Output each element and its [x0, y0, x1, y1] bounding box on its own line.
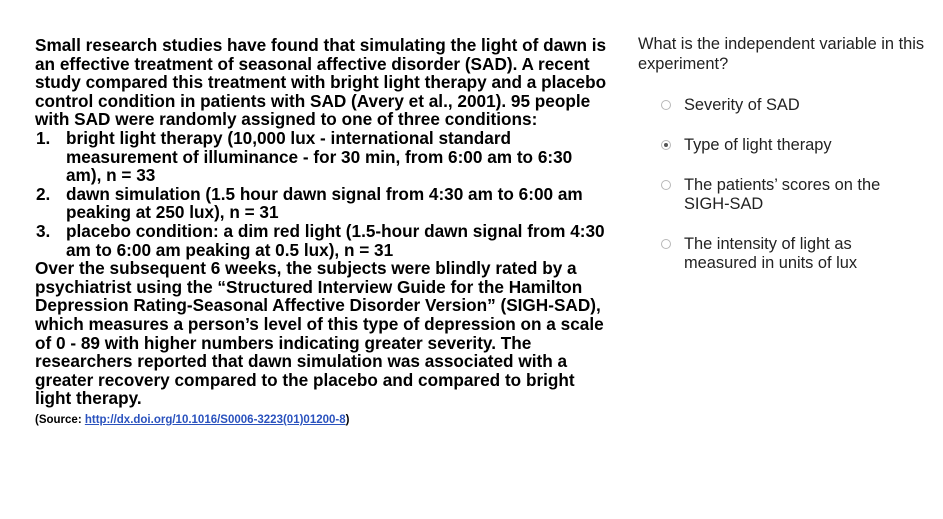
condition-item: 1. bright light therapy (10,000 lux - in…	[35, 129, 610, 185]
answer-options: Severity of SAD Type of light therapy Th…	[638, 96, 928, 273]
answer-option-label: The intensity of light as measured in un…	[684, 235, 858, 272]
answer-option-label: The patients’ scores on the SIGH-SAD	[684, 176, 881, 213]
radio-button[interactable]	[661, 180, 671, 190]
condition-number: 1.	[36, 127, 51, 148]
answer-option-light-therapy[interactable]: Type of light therapy	[638, 136, 928, 155]
conditions-list: 1. bright light therapy (10,000 lux - in…	[35, 129, 610, 259]
radio-button[interactable]	[661, 239, 671, 249]
source-citation: (Source: http://dx.doi.org/10.1016/S0006…	[35, 413, 610, 427]
passage-outro: Over the subsequent 6 weeks, the subject…	[35, 258, 604, 409]
answer-option-label: Severity of SAD	[684, 96, 800, 114]
source-link[interactable]: http://dx.doi.org/10.1016/S0006-3223(01)…	[85, 414, 346, 426]
source-prefix: (Source:	[35, 413, 85, 426]
condition-text: dawn simulation (1.5 hour dawn signal fr…	[66, 183, 583, 223]
source-suffix: )	[345, 413, 350, 426]
answer-option-severity[interactable]: Severity of SAD	[638, 96, 928, 115]
answer-option-label: Type of light therapy	[684, 136, 832, 154]
question-text: What is the independent variable in this…	[638, 35, 925, 73]
condition-item: 2. dawn simulation (1.5 hour dawn signal…	[35, 185, 610, 222]
condition-number: 3.	[36, 220, 51, 241]
passage-intro: Small research studies have found that s…	[35, 35, 607, 130]
condition-text: placebo condition: a dim red light (1.5-…	[66, 220, 605, 260]
condition-text: bright light therapy (10,000 lux - inter…	[66, 127, 573, 186]
question-panel: What is the independent variable in this…	[638, 34, 928, 294]
radio-button[interactable]	[661, 140, 671, 150]
answer-option-sigh-sad-scores[interactable]: The patients’ scores on the SIGH-SAD	[638, 176, 928, 214]
study-passage: Small research studies have found that s…	[35, 36, 610, 427]
radio-button[interactable]	[661, 100, 671, 110]
condition-item: 3. placebo condition: a dim red light (1…	[35, 222, 610, 259]
condition-number: 2.	[36, 183, 51, 204]
answer-option-light-intensity[interactable]: The intensity of light as measured in un…	[638, 235, 928, 273]
